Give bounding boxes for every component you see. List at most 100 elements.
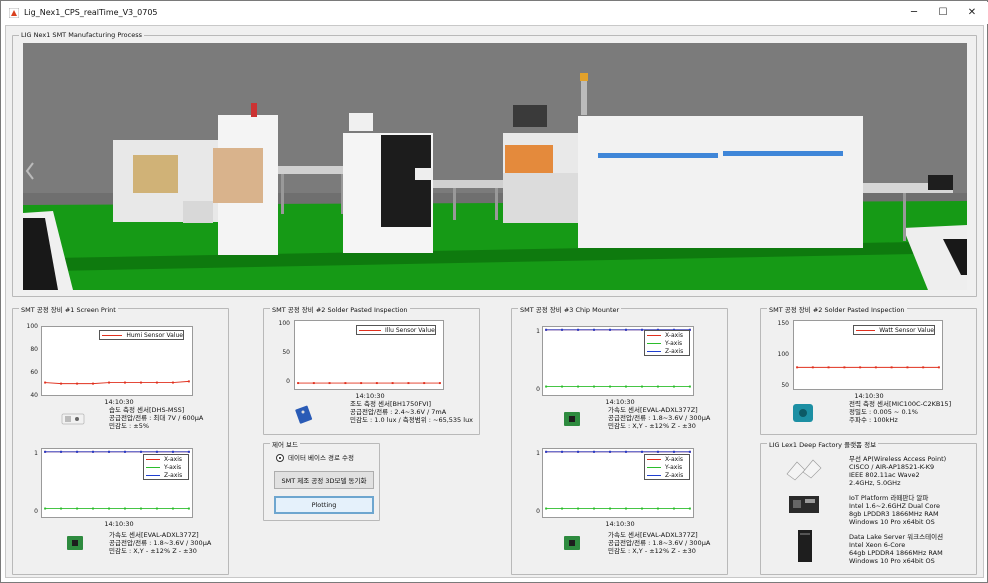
panel-chip-mounter: SMT 공정 장비 #3 Chip Mounter 1 0 X-axis Y-a… [511,304,728,575]
y-tick-label: 50 [282,349,290,356]
sensor-name: 가속도 센서[EVAL-ADXL377Z] [608,531,698,539]
title-bar: Lig_Nex1_CPS_realTime_V3_0705 ─ ☐ ✕ [2,2,988,24]
device-spec: Windows 10 Pro x64bit OS [849,557,935,565]
y-tick-label: 1 [34,450,38,457]
data-point [44,507,47,510]
data-point [171,381,174,384]
data-point [155,450,158,453]
data-point [624,450,627,453]
sync-3d-model-button[interactable]: SMT 제조 공정 3D모델 동기화 [274,471,374,489]
x-tick-label: 14:10:30 [605,398,635,406]
accel-sensor-image [67,536,83,550]
sensor-sensitivity: 민감도 : 1.0 lux / 측정범위 : ~65,535 lux [350,416,474,424]
data-point [688,385,691,388]
legend-label: Y-axis [665,339,683,347]
device-name: 무선 AP(Wireless Access Point) [849,455,947,463]
panel2-title: SMT 공정 장비 #2 Solder Pasted Inspection [270,304,410,314]
sensor-sensitivity: 민감도 : ±5% [109,422,150,430]
y-tick-label: 40 [30,392,38,399]
legend-label: X-axis [665,455,683,463]
data-point [593,450,595,453]
y-tick-label: 0 [34,508,38,515]
data-point [859,366,862,369]
control-title: 제어 보드 [270,439,300,449]
sensor-sensitivity: 민감도 : X,Y - ±12% Z - ±30 [109,547,197,555]
legend-item: Z-axis [645,471,689,479]
maximize-button[interactable]: ☐ [929,4,957,22]
data-point [609,507,612,510]
legend-item: Z-axis [645,347,689,355]
x-tick-label: 14:10:30 [104,398,134,406]
data-point [60,507,63,510]
data-point [827,366,830,369]
accel-sensor-image [564,536,580,550]
sensor-power: 공급전압/전류 : 1.8~3.6V / 300μA [608,539,711,547]
legend-swatch [146,474,160,476]
data-point [561,328,564,331]
device-spec: Windows 10 Pro x64bit OS [849,518,935,526]
platform-info: LIG Lex1 Deep Factory 플랫폼 정보 무선 AP(Wirel… [760,439,977,575]
data-point [874,366,877,369]
legend-label: Humi Sensor Value [126,331,183,339]
sensor-power: 공급전압/전류 : 2.4~3.6V / 7mA [350,408,447,416]
sensor-name: 가속도 센서[EVAL-ADXL377Z] [109,531,199,539]
data-point [140,381,142,384]
x-tick-label: 14:10:30 [854,392,884,400]
data-point [609,328,612,331]
data-point [561,507,564,510]
panel3-title: SMT 공정 장비 #3 Chip Mounter [518,304,622,314]
data-point [672,507,675,510]
legend-item: Humi Sensor Value [100,331,183,339]
app-icon [9,8,19,18]
data-point [140,507,142,510]
smt-3d-view[interactable] [23,43,967,290]
device-spec: 64gb LPDDR4 1866MHz RAM [849,549,943,557]
illuminance-sensor-info: 조도 측정 센서[BH1750FVI] 공급전압/전류 : 2.4~3.6V /… [350,400,473,424]
data-point [155,507,158,510]
y-tick-label: 1 [536,450,540,457]
data-point [922,366,925,369]
smt-line-illustration [23,43,967,290]
data-point [545,450,548,453]
sensor-frequency: 주파수 : 100kHz [849,416,898,424]
data-point [123,450,126,453]
data-point [140,450,142,453]
iot-platform-info: IoT Platform 라떼판다 알파 Intel 1.6~2.6GHZ Du… [849,494,940,526]
sensor-power: 공급전압/전류 : 1.8~3.6V / 300μA [109,539,212,547]
data-point [92,507,94,510]
series-line [45,380,189,385]
power-sensor-info: 전력 측정 센서[MIC100C-C2KB15] 정밀도 : 0.005 ~ 0… [849,400,951,424]
data-point [360,382,363,385]
legend-item: Illu Sensor Value [357,326,435,334]
main-content: LIG Nex1 SMT Manufacturing Process SMT 공… [5,25,984,578]
db-path-radio[interactable] [276,454,284,462]
data-point [624,385,627,388]
data-point [44,450,47,453]
platform-title: LIG Lex1 Deep Factory 플랫폼 정보 [767,439,879,449]
legend-label: Watt Sensor Value [879,326,934,334]
sensor-name: 가속도 센서[EVAL-ADXL377Z] [608,406,698,414]
data-point [423,382,426,385]
sensor-name: 습도 측정 센서[DHS-MSS] [109,406,185,414]
device-spec: 2.4GHz, 5.0GHz [849,479,901,487]
data-point [187,507,190,510]
process-group: LIG Nex1 SMT Manufacturing Process [12,31,977,297]
minimize-button[interactable]: ─ [900,4,928,22]
device-name: Data Lake Server 워크스테이션 [849,533,944,541]
chart-legend: X-axis Y-axis Z-axis [644,330,690,356]
legend-label: X-axis [665,331,683,339]
close-button[interactable]: ✕ [958,4,986,22]
process-title: LIG Nex1 SMT Manufacturing Process [19,31,144,39]
sensor-power: 공급전압/전류 : 1.8~3.6V / 300μA [608,414,711,422]
data-point [937,366,940,369]
legend-label: Z-axis [665,471,684,479]
data-point [577,385,580,388]
data-point [890,366,893,369]
legend-label: Z-axis [164,471,183,479]
data-point [577,328,580,331]
server-image [798,530,812,562]
data-point [656,507,659,510]
plotting-button[interactable]: Plotting [274,496,374,514]
data-point [92,450,94,453]
device-name: IoT Platform 라떼판다 알파 [849,494,929,502]
